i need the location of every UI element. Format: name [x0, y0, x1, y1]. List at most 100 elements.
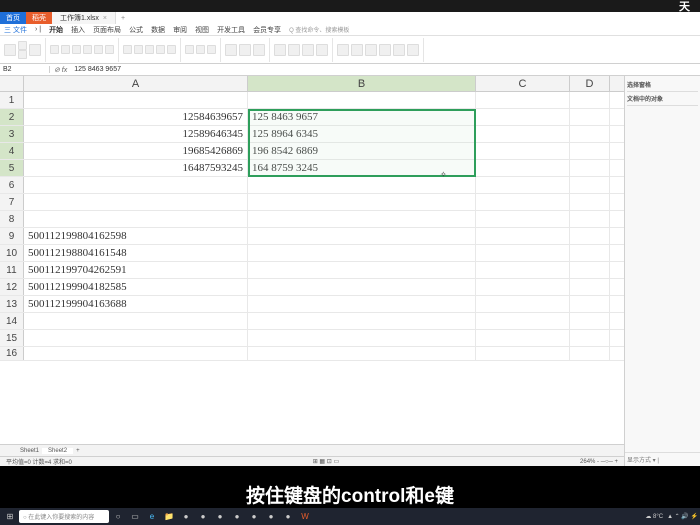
tab-view[interactable]: 视图: [195, 25, 209, 35]
cell[interactable]: 500112198804161548: [24, 245, 248, 261]
row-header[interactable]: 16: [0, 347, 24, 360]
cut-icon[interactable]: [18, 41, 27, 50]
cell[interactable]: [24, 330, 248, 346]
cell[interactable]: [476, 296, 570, 312]
sum-icon[interactable]: [274, 44, 286, 56]
cell[interactable]: [248, 92, 476, 108]
insert-cell-icon[interactable]: [225, 44, 237, 56]
cell[interactable]: [248, 313, 476, 329]
app-icon[interactable]: ●: [246, 510, 262, 524]
cell[interactable]: [476, 126, 570, 142]
row-header[interactable]: 5: [0, 160, 24, 176]
sheet-tab-new[interactable]: +: [76, 448, 80, 454]
cell[interactable]: [570, 245, 610, 261]
cell[interactable]: [476, 143, 570, 159]
row-header[interactable]: 13: [0, 296, 24, 312]
cell[interactable]: [570, 126, 610, 142]
wps-icon[interactable]: W: [297, 510, 313, 524]
edge-icon[interactable]: e: [144, 510, 160, 524]
start-icon[interactable]: ⊞: [2, 510, 18, 524]
tab-formula[interactable]: 公式: [129, 25, 143, 35]
cell[interactable]: [476, 245, 570, 261]
cell[interactable]: [248, 228, 476, 244]
tray-icons[interactable]: ▲ ⌃ 🔊 ⚡: [667, 513, 698, 520]
row-col-icon[interactable]: [337, 44, 349, 56]
cell[interactable]: [476, 228, 570, 244]
sheet-tab-1[interactable]: Sheet1: [20, 448, 39, 454]
align-left-icon[interactable]: [123, 45, 132, 54]
cell[interactable]: [248, 279, 476, 295]
border-icon[interactable]: [105, 45, 114, 54]
row-header[interactable]: 10: [0, 245, 24, 261]
tab-new[interactable]: +: [116, 15, 130, 22]
cell[interactable]: [248, 347, 476, 360]
cell[interactable]: [570, 228, 610, 244]
copy-icon[interactable]: [18, 50, 27, 59]
cell[interactable]: [570, 177, 610, 193]
find-icon[interactable]: [316, 44, 328, 56]
underline-icon[interactable]: [72, 45, 81, 54]
currency-icon[interactable]: [185, 45, 194, 54]
cell[interactable]: [476, 160, 570, 176]
delete-cell-icon[interactable]: [239, 44, 251, 56]
cell[interactable]: [476, 347, 570, 360]
panel-footer[interactable]: 显示方式 ▾ |: [625, 452, 700, 466]
cell[interactable]: 500112199704262591: [24, 262, 248, 278]
cell[interactable]: [476, 177, 570, 193]
app-icon[interactable]: ●: [178, 510, 194, 524]
cell[interactable]: [248, 194, 476, 210]
cell[interactable]: [476, 279, 570, 295]
cell[interactable]: 500112199804162598: [24, 228, 248, 244]
sort-icon[interactable]: [288, 44, 300, 56]
cell[interactable]: [570, 160, 610, 176]
row-header[interactable]: 6: [0, 177, 24, 193]
cell[interactable]: [24, 92, 248, 108]
cell[interactable]: [476, 92, 570, 108]
italic-icon[interactable]: [61, 45, 70, 54]
row-header[interactable]: 8: [0, 211, 24, 227]
tab-docer[interactable]: 稻壳: [26, 12, 52, 24]
cell[interactable]: 500112199904163688: [24, 296, 248, 312]
cell[interactable]: 16487593245: [24, 160, 248, 176]
freeze-icon[interactable]: [365, 44, 377, 56]
cell[interactable]: [570, 92, 610, 108]
table-style-icon[interactable]: [379, 44, 391, 56]
cell[interactable]: [24, 211, 248, 227]
row-header[interactable]: 3: [0, 126, 24, 142]
col-header-b[interactable]: B: [248, 76, 476, 91]
fill-color-icon[interactable]: [94, 45, 103, 54]
cell[interactable]: [476, 313, 570, 329]
name-box[interactable]: B2: [0, 66, 50, 73]
cell[interactable]: [24, 313, 248, 329]
align-right-icon[interactable]: [145, 45, 154, 54]
format-painter-icon[interactable]: [29, 44, 41, 56]
tab-review[interactable]: 审阅: [173, 25, 187, 35]
tab-member[interactable]: 会员专享: [253, 25, 281, 35]
col-header-a[interactable]: A: [24, 76, 248, 91]
app-icon[interactable]: ●: [212, 510, 228, 524]
tab-insert[interactable]: 插入: [71, 25, 85, 35]
col-header-d[interactable]: D: [570, 76, 610, 91]
cell[interactable]: [570, 109, 610, 125]
cell[interactable]: 19685426869: [24, 143, 248, 159]
tab-data[interactable]: 数据: [151, 25, 165, 35]
row-header[interactable]: 14: [0, 313, 24, 329]
cell[interactable]: [570, 211, 610, 227]
merge-icon[interactable]: [156, 45, 165, 54]
cell[interactable]: [24, 347, 248, 360]
taskbar-search[interactable]: ○ 在此键入你要搜索的内容: [19, 510, 109, 523]
status-view-controls[interactable]: ⊞ ▦ ⊡ ▭: [313, 458, 339, 465]
filter-icon[interactable]: [302, 44, 314, 56]
col-header-c[interactable]: C: [476, 76, 570, 91]
tab-layout[interactable]: 页面布局: [93, 25, 121, 35]
row-header[interactable]: 2: [0, 109, 24, 125]
task-view-icon[interactable]: ▭: [127, 510, 143, 524]
row-header[interactable]: 4: [0, 143, 24, 159]
cell[interactable]: [570, 313, 610, 329]
cell[interactable]: 125 8463 9657: [248, 109, 476, 125]
app-icon[interactable]: ●: [195, 510, 211, 524]
cell[interactable]: [24, 177, 248, 193]
cell[interactable]: [570, 262, 610, 278]
tab-start[interactable]: 开始: [49, 25, 63, 35]
cell[interactable]: [476, 262, 570, 278]
